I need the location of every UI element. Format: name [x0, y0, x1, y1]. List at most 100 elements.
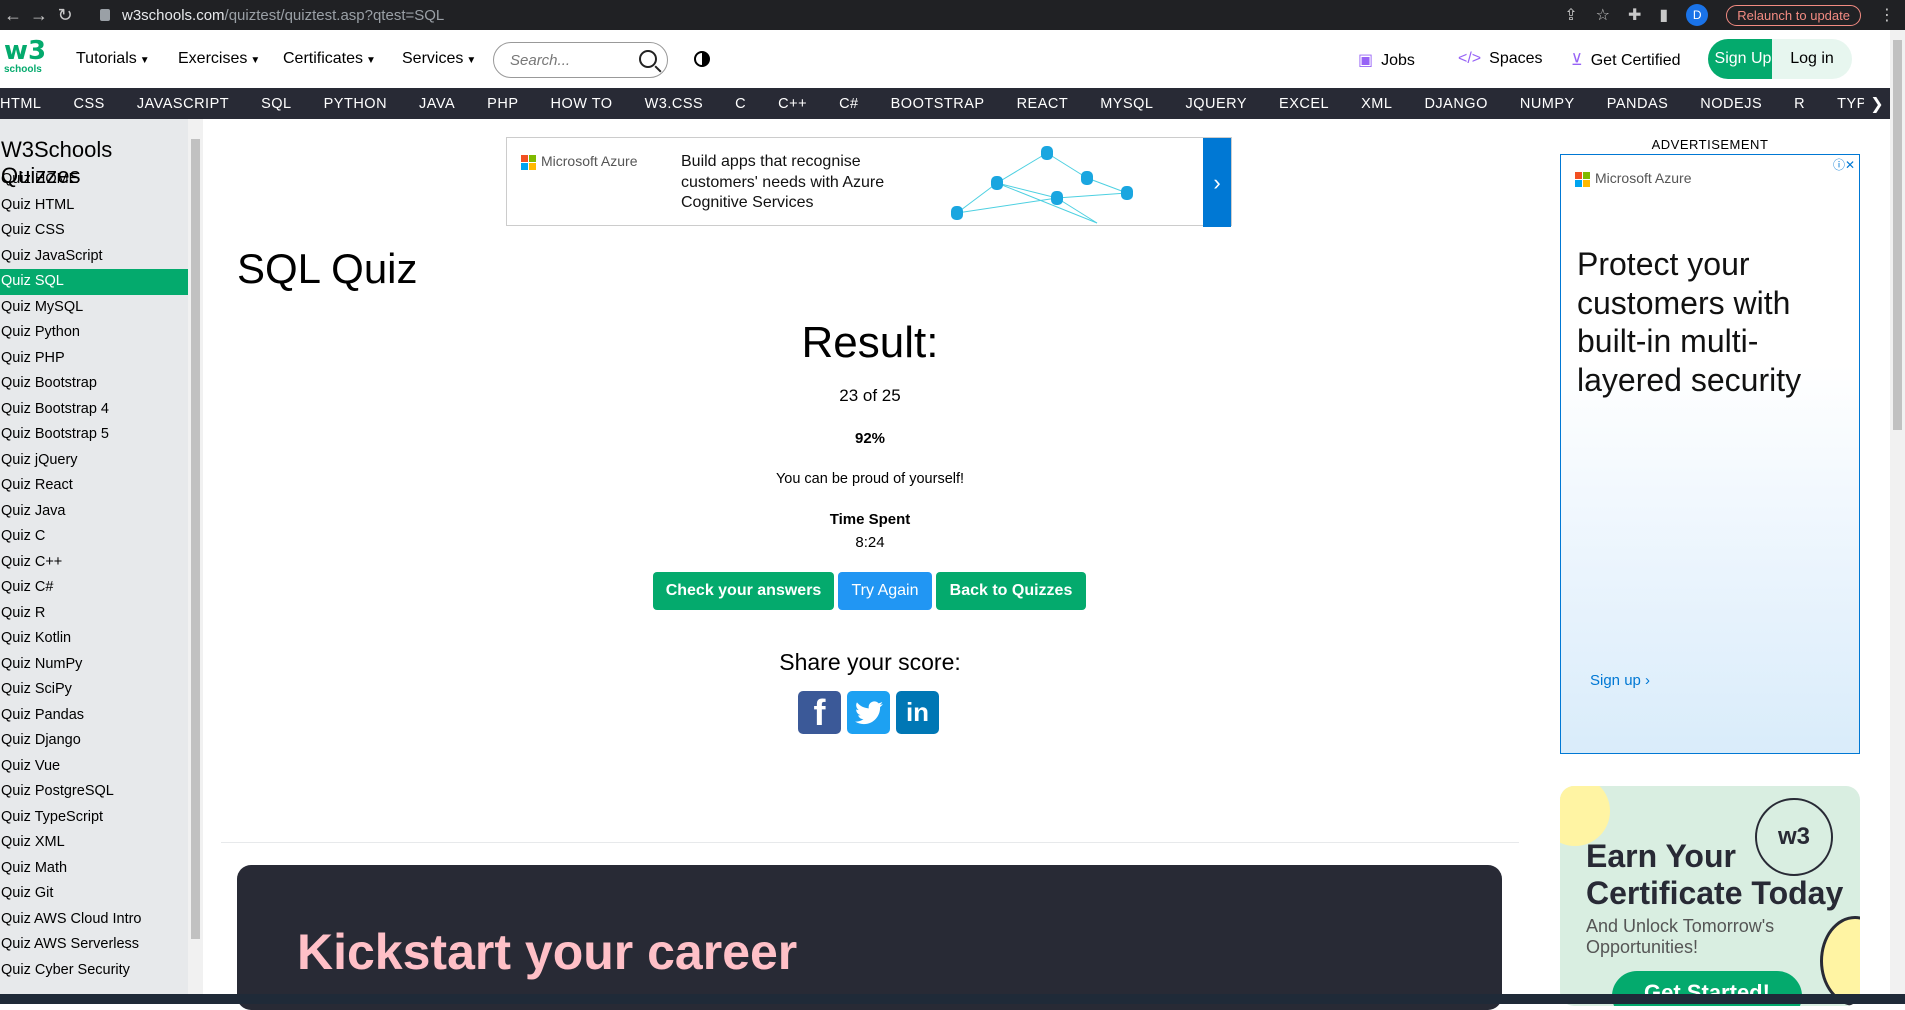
side-ad-signup-link[interactable]: Sign up ›	[1590, 672, 1650, 689]
relaunch-button[interactable]: Relaunch to update	[1726, 4, 1861, 26]
briefcase-icon: ▣	[1358, 52, 1374, 69]
page-scrollbar-thumb[interactable]	[1893, 40, 1902, 430]
jobs-link[interactable]: ▣ Jobs	[1358, 50, 1415, 70]
techbar-item[interactable]: NUMPY	[1520, 96, 1575, 112]
techbar-item[interactable]: EXCEL	[1279, 96, 1329, 112]
techbar-item[interactable]: PANDAS	[1607, 96, 1669, 112]
sidebar-item[interactable]: Quiz Cyber Security	[0, 958, 188, 984]
side-ad-brand-label: Microsoft Azure	[1595, 170, 1692, 186]
techbar-item[interactable]: C	[735, 96, 746, 112]
linkedin-share-icon[interactable]: in	[896, 691, 939, 734]
certificate-promo[interactable]: w3 Earn Your Certificate Today And Unloc…	[1560, 786, 1860, 1006]
techbar-item[interactable]: HOW TO	[551, 96, 613, 112]
sidebar-item[interactable]: Quiz SciPy	[0, 677, 188, 703]
extensions-icon[interactable]: ✚	[1628, 5, 1641, 25]
w3schools-logo[interactable]: w3 schools	[4, 36, 47, 80]
side-ad-close-icon[interactable]: ⓘ✕	[1833, 156, 1855, 173]
techbar-item[interactable]: JQUERY	[1185, 96, 1247, 112]
ad-close-icon[interactable]: ⓘ✕	[1208, 138, 1230, 155]
sidebar-item[interactable]: Quiz C#	[0, 575, 188, 601]
page-scrollbar[interactable]	[1890, 30, 1905, 994]
techbar-item[interactable]: JAVASCRIPT	[137, 96, 229, 112]
techbar-item[interactable]: XML	[1361, 96, 1392, 112]
reload-icon[interactable]: ↻	[52, 5, 78, 26]
caret-down-icon: ▼	[250, 55, 261, 66]
profile-avatar[interactable]: D	[1686, 4, 1709, 26]
quiz-sidebar: W3Schools Quizzes Quiz HOME Quiz HTML Quiz…	[0, 119, 188, 994]
techbar-item[interactable]: PYTHON	[324, 96, 387, 112]
search-input[interactable]: Search...	[493, 42, 668, 78]
techbar-item[interactable]: PHP	[487, 96, 518, 112]
techbar-item[interactable]: DJANGO	[1424, 96, 1487, 112]
sidebar-item[interactable]: Quiz Pandas	[0, 703, 188, 729]
sidebar-item[interactable]: Quiz TypeScript	[0, 805, 188, 831]
sidebar-item[interactable]: Quiz Math	[0, 856, 188, 882]
back-to-quizzes-button[interactable]: Back to Quizzes	[936, 572, 1086, 610]
share-icon[interactable]: ⇪	[1564, 5, 1577, 25]
sidebar-item[interactable]: Quiz JavaScript	[0, 244, 188, 270]
sidebar-item[interactable]: Quiz CSS	[0, 218, 188, 244]
sidebar-item[interactable]: Quiz Vue	[0, 754, 188, 780]
sidebar-item[interactable]: Quiz XML	[0, 830, 188, 856]
sidebar-item[interactable]: Quiz SQL	[0, 269, 188, 295]
sidebar-scrollbar[interactable]	[188, 119, 203, 994]
sign-up-button[interactable]: Sign Up	[1708, 50, 1778, 68]
address-bar[interactable]: w3schools.com/quiztest/quiztest.asp?qtes…	[100, 0, 444, 30]
try-again-button[interactable]: Try Again	[838, 572, 932, 610]
advertisement-label: ADVERTISEMENT	[1651, 137, 1769, 152]
jobs-label: Jobs	[1381, 52, 1415, 69]
sidebar-item[interactable]: Quiz C++	[0, 550, 188, 576]
bookmark-star-icon[interactable]: ☆	[1596, 5, 1610, 25]
techbar-item[interactable]: CSS	[73, 96, 104, 112]
get-certified-label: Get Certified	[1590, 52, 1681, 69]
twitter-share-icon[interactable]	[847, 691, 890, 734]
sidebar-item[interactable]: Quiz R	[0, 601, 188, 627]
techbar-item[interactable]: REACT	[1017, 96, 1069, 112]
tutorials-menu[interactable]: Tutorials ▼	[76, 50, 150, 68]
forward-arrow-icon[interactable]: →	[26, 5, 52, 26]
menu-kebab-icon[interactable]: ⋮	[1879, 5, 1895, 25]
back-arrow-icon[interactable]: ←	[0, 5, 26, 26]
techbar-item[interactable]: JAVA	[419, 96, 455, 112]
get-certified-link[interactable]: ⊻ Get Certified	[1571, 50, 1681, 70]
banner-advertisement[interactable]: Microsoft Azure Build apps that recognis…	[506, 137, 1232, 227]
techbar-item[interactable]: C++	[778, 96, 807, 112]
exercises-menu[interactable]: Exercises ▼	[178, 50, 260, 68]
facebook-share-icon[interactable]: f	[798, 691, 841, 734]
dark-mode-toggle-icon[interactable]	[694, 51, 710, 67]
side-panel-icon[interactable]: ▮	[1659, 5, 1668, 25]
spaces-link[interactable]: </> Spaces	[1458, 50, 1543, 68]
check-answers-button[interactable]: Check your answers	[653, 572, 834, 610]
sidebar-item[interactable]: Quiz AWS Serverless	[0, 932, 188, 958]
techbar-item[interactable]: R	[1794, 96, 1805, 112]
decorative-blob	[1820, 916, 1860, 1006]
search-icon[interactable]	[639, 50, 657, 68]
sidebar-item[interactable]: Quiz AWS Cloud Intro	[0, 907, 188, 933]
sidebar-item[interactable]: Quiz Git	[0, 881, 188, 907]
techbar-item[interactable]: BOOTSTRAP	[891, 96, 985, 112]
sidebar-item[interactable]: Quiz Django	[0, 728, 188, 754]
techbar-item[interactable]: NODEJS	[1700, 96, 1762, 112]
techbar-item[interactable]: HTML	[0, 96, 41, 112]
sidebar-item[interactable]: Quiz jQuery	[0, 448, 188, 474]
sidebar-item[interactable]: Quiz HOME	[0, 167, 188, 193]
sidebar-item[interactable]: Quiz HTML	[0, 193, 188, 219]
techbar-item[interactable]: SQL	[261, 96, 292, 112]
side-advertisement[interactable]: Microsoft Azure ⓘ✕ Protect your customer…	[1560, 154, 1860, 754]
result-message: You can be proud of yourself!	[775, 471, 965, 487]
sidebar-item[interactable]: Quiz MySQL	[0, 295, 188, 321]
sidebar-item[interactable]: Quiz PostgreSQL	[0, 779, 188, 805]
log-in-button[interactable]: Log in	[1772, 39, 1852, 79]
certificates-menu[interactable]: Certificates ▼	[283, 50, 376, 68]
microsoft-logo-icon	[1575, 171, 1590, 187]
services-menu[interactable]: Services ▼	[402, 50, 476, 68]
techbar-item[interactable]: W3.CSS	[645, 96, 704, 112]
caret-down-icon: ▼	[466, 55, 477, 66]
career-banner: Kickstart your career	[237, 865, 1502, 1010]
scroll-right-arrow-icon[interactable]: ❯	[1864, 88, 1890, 119]
techbar-item[interactable]: C#	[839, 96, 859, 112]
share-heading: Share your score:	[779, 649, 961, 675]
sidebar-item[interactable]: Quiz Kotlin	[0, 626, 188, 652]
techbar-item[interactable]: MYSQL	[1100, 96, 1153, 112]
logo-main: w3	[4, 36, 47, 66]
